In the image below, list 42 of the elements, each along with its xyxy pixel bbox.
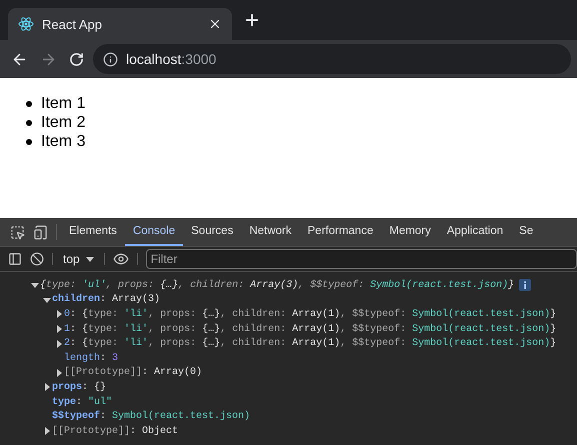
address-bar[interactable]: localhost:3000	[93, 44, 571, 74]
console-line: 0: {type: 'li', props: {…}, children: Array(1), $$typeof: Symbol(react.test.json)}	[64, 308, 556, 320]
filter-field[interactable]: Filter	[146, 249, 577, 269]
expand-arrow-icon[interactable]	[54, 368, 64, 378]
console-line: props: {}	[52, 382, 106, 393]
caret-icon	[86, 256, 94, 262]
expand-arrow-icon[interactable]	[54, 309, 64, 320]
atom-icon	[18, 16, 34, 32]
list-item: Item 3	[41, 132, 86, 150]
list-item: Item 2	[41, 114, 86, 132]
tab-title: React App	[42, 16, 103, 32]
expand-arrow-icon[interactable]	[54, 324, 64, 334]
bullet-icon	[26, 100, 32, 106]
console-line: {type: 'ul', props: {…}, children: Array(3), $$typeof: Symbol(react.test.json)}	[40, 280, 514, 291]
devtools-tab[interactable]: Application	[438, 218, 512, 246]
console-line: type: "ul"	[52, 396, 112, 408]
expand-arrow-icon[interactable]	[54, 338, 64, 349]
console-line: children: Array(3)	[52, 294, 160, 306]
devtools-tab[interactable]: Se	[511, 218, 534, 246]
context-dropdown[interactable]: top	[57, 247, 100, 271]
expand-arrow-icon[interactable]	[42, 426, 52, 436]
info-icon[interactable]	[519, 279, 532, 292]
devtools-tab[interactable]: Memory	[381, 218, 439, 246]
console-line: [[Prototype]]: Object	[52, 426, 178, 437]
list-item: Item 1	[41, 94, 86, 112]
devtools-tab[interactable]: Network	[241, 218, 300, 246]
console-line: [[Prototype]]: Array(0)	[64, 367, 202, 378]
devtools-tab[interactable]: Elements	[61, 218, 125, 246]
console-line: 2: {type: 'li', props: {…}, children: Array(1), $$typeof: Symbol(react.test.json)}	[64, 338, 556, 350]
info-icon[interactable]	[103, 52, 118, 66]
url-text: localhost:3000	[126, 51, 216, 67]
browser-tab[interactable]: React App	[8, 8, 232, 40]
collapse-arrow-icon[interactable]	[30, 280, 40, 290]
close-icon[interactable]	[208, 17, 222, 31]
console-line: $$typeof: Symbol(react.test.json)	[52, 411, 250, 422]
devtools-tab[interactable]: Performance	[300, 218, 382, 246]
expand-arrow-icon[interactable]	[42, 382, 52, 392]
console-line: 1: {type: 'li', props: {…}, children: Array(1), $$typeof: Symbol(react.test.json)}	[64, 324, 556, 335]
bullet-icon	[26, 120, 32, 126]
devtools-tab[interactable]: Sources	[183, 218, 242, 246]
bullet-icon	[26, 138, 32, 144]
console-line: length: 3	[64, 352, 118, 364]
